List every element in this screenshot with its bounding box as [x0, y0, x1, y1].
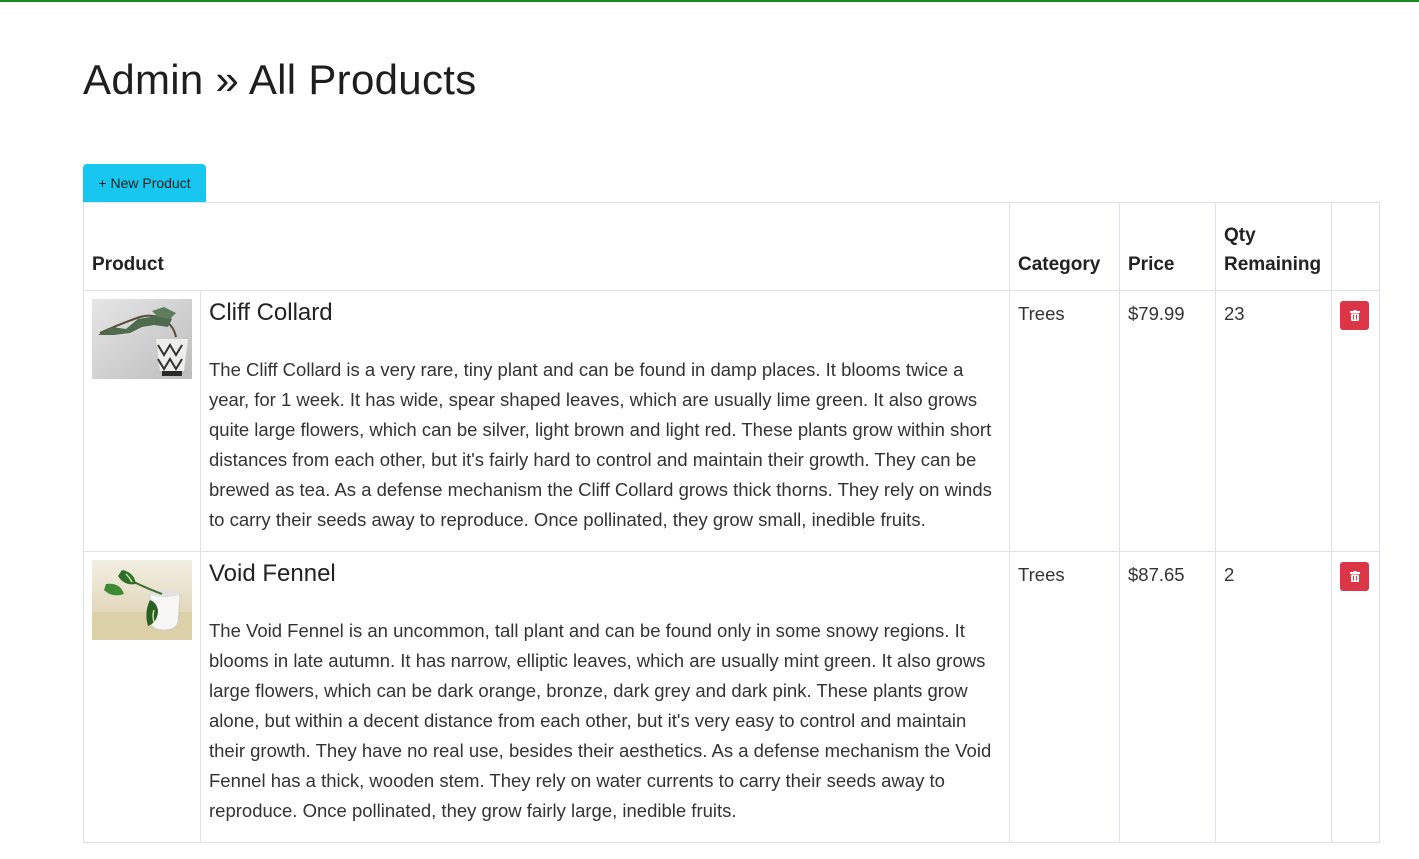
delete-product-button[interactable] [1340, 301, 1369, 330]
product-image-plant-pot[interactable] [92, 560, 192, 640]
header-qty-remaining: Qty Remaining [1215, 202, 1332, 291]
product-description: The Void Fennel is an uncommon, tall pla… [209, 620, 992, 821]
trash-icon [1349, 310, 1360, 321]
table-header-row: Product Category Price Qty Remaining [83, 202, 1380, 291]
product-category: Trees [1009, 290, 1120, 552]
product-qty-remaining: 2 [1215, 551, 1332, 843]
product-actions-cell [1331, 551, 1380, 843]
product-name[interactable]: Cliff Collard [209, 299, 1001, 327]
product-qty-remaining: 23 [1215, 290, 1332, 552]
header-category: Category [1009, 202, 1120, 291]
delete-product-button[interactable] [1340, 562, 1369, 591]
trash-icon [1349, 571, 1360, 582]
product-details-cell: Void Fennel The Void Fennel is an uncomm… [200, 551, 1010, 843]
product-description: The Cliff Collard is a very rare, tiny p… [209, 359, 992, 530]
new-product-button[interactable]: + New Product [83, 164, 206, 202]
product-image-bonsai[interactable] [92, 299, 192, 379]
product-image-cell [83, 290, 201, 552]
product-price: $87.65 [1119, 551, 1216, 843]
header-actions [1331, 202, 1380, 291]
page-title: Admin » All Products [83, 56, 477, 103]
product-category: Trees [1009, 551, 1120, 843]
product-name[interactable]: Void Fennel [209, 560, 1001, 588]
product-details-cell: Cliff Collard The Cliff Collard is a ver… [200, 290, 1010, 552]
top-accent-bar [0, 0, 1419, 2]
table-row: Cliff Collard The Cliff Collard is a ver… [83, 290, 1380, 552]
product-price: $79.99 [1119, 290, 1216, 552]
products-table: Product Category Price Qty Remaining Cli… [83, 202, 1380, 843]
header-product: Product [83, 202, 1010, 291]
header-price: Price [1119, 202, 1216, 291]
product-actions-cell [1331, 290, 1380, 552]
product-image-cell [83, 551, 201, 843]
table-row: Void Fennel The Void Fennel is an uncomm… [83, 551, 1380, 843]
